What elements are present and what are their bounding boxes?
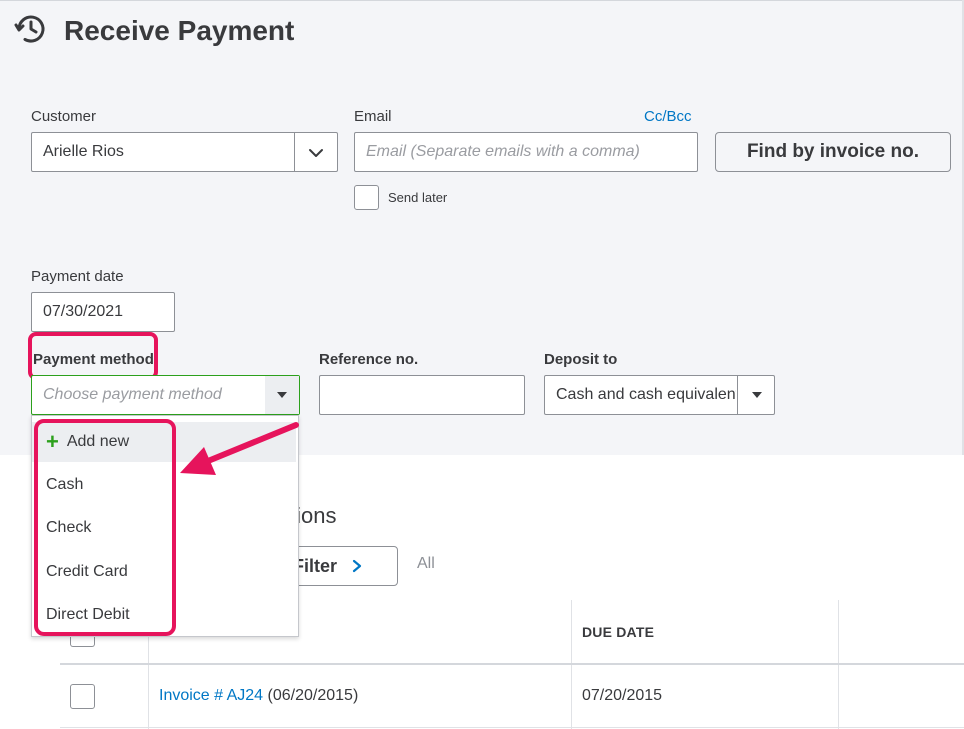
deposit-to-value: Cash and cash equivalents — [556, 386, 736, 403]
email-field[interactable]: Email (Separate emails with a comma) — [354, 132, 698, 172]
customer-value: Arielle Rios — [43, 143, 124, 160]
table-row-divider — [60, 727, 964, 728]
dropdown-options-highlight — [34, 419, 176, 636]
send-later-label: Send later — [388, 190, 448, 205]
send-later-checkbox[interactable] — [354, 185, 379, 210]
table-header-divider — [60, 663, 964, 665]
payment-date-label: Payment date — [31, 268, 124, 285]
select-divider — [737, 376, 738, 414]
ccbcc-link[interactable]: Cc/Bcc — [644, 108, 692, 125]
caret-down-icon[interactable] — [752, 392, 762, 398]
deposit-to-label: Deposit to — [544, 351, 618, 368]
clock-history-icon — [14, 15, 45, 43]
page-title: Receive Payment — [64, 15, 295, 46]
find-by-invoice-button[interactable]: Find by invoice no. — [715, 132, 951, 172]
invoice-date: (06/20/2015) — [267, 687, 359, 704]
due-date-cell: 07/20/2015 — [582, 687, 663, 704]
customer-select[interactable]: Arielle Rios — [31, 132, 338, 172]
payment-date-field[interactable]: 07/30/2021 — [31, 292, 175, 332]
payment-date-value: 07/30/2021 — [43, 303, 124, 320]
invoice-cell: Invoice # AJ24 (06/20/2015) — [159, 687, 358, 705]
select-divider — [294, 133, 295, 171]
deposit-to-select[interactable]: Cash and cash equivalents — [544, 375, 775, 415]
caret-down-icon — [277, 392, 287, 398]
email-placeholder: Email (Separate emails with a comma) — [366, 143, 640, 160]
due-date-header[interactable]: DUE DATE — [582, 624, 654, 640]
dropdown-caret-button[interactable] — [265, 376, 299, 414]
annotation-arrow-icon — [180, 422, 299, 475]
email-label: Email — [354, 108, 392, 125]
invoice-link[interactable]: Invoice # AJ24 — [159, 687, 263, 704]
payment-method-label-highlight — [28, 332, 158, 380]
filter-label: Filter — [293, 555, 338, 576]
reference-label: Reference no. — [319, 351, 419, 368]
payment-method-placeholder: Choose payment method — [43, 386, 222, 403]
filter-button[interactable]: Filter — [284, 546, 398, 586]
chevron-right-icon — [352, 559, 362, 573]
reference-field[interactable] — [319, 375, 525, 415]
payment-method-select[interactable]: Choose payment method — [31, 375, 300, 415]
all-filter-label[interactable]: All — [417, 555, 435, 573]
row-checkbox[interactable] — [70, 684, 95, 709]
customer-label: Customer — [31, 108, 97, 125]
chevron-down-icon[interactable] — [307, 144, 325, 162]
